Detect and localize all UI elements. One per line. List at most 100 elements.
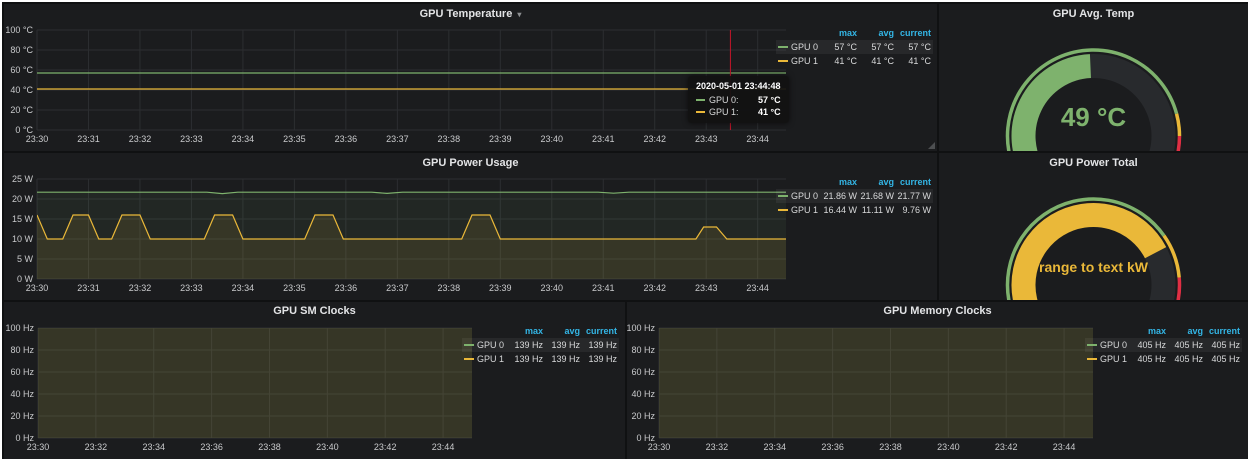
svg-text:23:40: 23:40	[316, 442, 339, 452]
temperature-legend: maxavgcurrentGPU 057 °C57 °C57 °CGPU 141…	[776, 26, 933, 68]
svg-text:23:44: 23:44	[1053, 442, 1076, 452]
svg-text:5 W: 5 W	[17, 254, 34, 264]
svg-text:23:31: 23:31	[77, 134, 100, 144]
series-color-dash-icon	[464, 344, 477, 346]
legend-value: 9.76 W	[894, 204, 931, 217]
svg-text:23:33: 23:33	[180, 283, 203, 293]
legend-header-row: maxavgcurrent	[462, 324, 619, 338]
panel-gpu-sm-clocks: GPU SM Clocks 0 Hz20 Hz40 Hz60 Hz80 Hz10…	[4, 302, 625, 459]
browser-page: GPU Temperature▾ 0 °C20 °C40 °C60 °C80 °…	[0, 0, 1250, 462]
svg-text:23:36: 23:36	[335, 283, 358, 293]
svg-text:23:30: 23:30	[27, 442, 50, 452]
svg-text:20 Hz: 20 Hz	[631, 411, 655, 421]
svg-text:60 °C: 60 °C	[10, 65, 33, 75]
legend-header-current[interactable]: current	[580, 325, 617, 338]
legend-value: 21.68 W	[857, 190, 894, 203]
panel-title-gpu-memory-clocks[interactable]: GPU Memory Clocks	[627, 302, 1248, 320]
series-color-dash-icon	[778, 46, 791, 48]
legend-header-max[interactable]: max	[820, 176, 857, 189]
legend-header-row: maxavgcurrent	[776, 175, 933, 189]
svg-text:23:43: 23:43	[695, 283, 718, 293]
panel-title-text: GPU Temperature	[420, 8, 513, 20]
svg-text:23:36: 23:36	[821, 442, 844, 452]
panel-gpu-power-usage: GPU Power Usage 0 W5 W10 W15 W20 W25 W23…	[4, 153, 937, 300]
gauge-value: 49 °C	[939, 102, 1248, 133]
legend-header-current[interactable]: current	[1203, 325, 1240, 338]
panel-title-text: GPU Power Total	[1049, 157, 1137, 169]
chart-tooltip: 2020-05-01 23:44:48 GPU 0:57 °CGPU 1:41 …	[688, 76, 789, 123]
svg-text:23:34: 23:34	[232, 134, 255, 144]
legend-series-label[interactable]: GPU 0	[1100, 339, 1129, 352]
panel-title-gpu-temperature[interactable]: GPU Temperature ▾	[4, 4, 937, 24]
panel-title-text: GPU SM Clocks	[273, 305, 356, 317]
svg-text:23:35: 23:35	[283, 283, 306, 293]
svg-text:23:30: 23:30	[26, 134, 49, 144]
series-color-dash-icon	[696, 99, 705, 101]
svg-text:23:31: 23:31	[77, 283, 100, 293]
legend-value: 21.86 W	[820, 190, 857, 203]
legend-header-row: maxavgcurrent	[1085, 324, 1242, 338]
legend-row: GPU 1139 Hz139 Hz139 Hz	[462, 352, 619, 366]
legend-row: GPU 021.86 W21.68 W21.77 W	[776, 189, 933, 203]
legend-value: 16.44 W	[820, 204, 857, 217]
svg-text:23:34: 23:34	[763, 442, 786, 452]
legend-value: 21.77 W	[894, 190, 931, 203]
svg-text:40 Hz: 40 Hz	[631, 389, 655, 399]
panel-title-text: GPU Avg. Temp	[1053, 8, 1135, 20]
legend-value: 139 Hz	[506, 353, 543, 366]
svg-text:23:40: 23:40	[937, 442, 960, 452]
svg-text:23:41: 23:41	[592, 134, 615, 144]
panel-title-gpu-avg-temp[interactable]: GPU Avg. Temp	[939, 4, 1248, 24]
panel-title-gpu-sm-clocks[interactable]: GPU SM Clocks	[4, 302, 625, 320]
legend-series-label[interactable]: GPU 0	[791, 190, 820, 203]
legend-series-label[interactable]: GPU 0	[791, 41, 820, 54]
legend-header-avg[interactable]: avg	[543, 325, 580, 338]
svg-text:23:40: 23:40	[541, 283, 564, 293]
svg-text:23:41: 23:41	[592, 283, 615, 293]
legend-series-label[interactable]: GPU 1	[1100, 353, 1129, 366]
power-total-gauge	[939, 173, 1248, 300]
legend-header-max[interactable]: max	[1129, 325, 1166, 338]
legend-header-avg[interactable]: avg	[857, 27, 894, 40]
svg-text:23:42: 23:42	[643, 283, 666, 293]
svg-text:23:32: 23:32	[129, 134, 152, 144]
legend-value: 405 Hz	[1129, 339, 1166, 352]
legend-series-label[interactable]: GPU 1	[791, 55, 820, 68]
legend-header-max[interactable]: max	[506, 325, 543, 338]
series-color-dash-icon	[1087, 358, 1100, 360]
svg-text:25 W: 25 W	[12, 174, 34, 184]
panel-resize-handle[interactable]	[928, 142, 935, 149]
svg-text:20 °C: 20 °C	[10, 105, 33, 115]
svg-text:23:38: 23:38	[879, 442, 902, 452]
svg-text:80 °C: 80 °C	[10, 45, 33, 55]
legend-value: 405 Hz	[1166, 339, 1203, 352]
legend-header-max[interactable]: max	[820, 27, 857, 40]
svg-text:23:38: 23:38	[258, 442, 281, 452]
legend-header-current[interactable]: current	[894, 176, 931, 189]
legend-header-current[interactable]: current	[894, 27, 931, 40]
legend-series-label[interactable]: GPU 1	[477, 353, 506, 366]
panel-title-gpu-power-total[interactable]: GPU Power Total	[939, 153, 1248, 173]
svg-text:100 Hz: 100 Hz	[627, 323, 655, 333]
memory-clocks-legend: maxavgcurrentGPU 0405 Hz405 Hz405 HzGPU …	[1085, 324, 1242, 366]
tooltip-series-value: 41 °C	[750, 106, 781, 118]
tooltip-row: GPU 1:41 °C	[696, 106, 781, 118]
panel-title-gpu-power-usage[interactable]: GPU Power Usage	[4, 153, 937, 173]
svg-text:23:44: 23:44	[432, 442, 455, 452]
panel-gpu-avg-temp: GPU Avg. Temp 49 °C	[939, 4, 1248, 151]
chevron-down-icon: ▾	[517, 10, 521, 19]
legend-value: 41 °C	[857, 55, 894, 68]
svg-text:20 W: 20 W	[12, 194, 34, 204]
legend-header-avg[interactable]: avg	[1166, 325, 1203, 338]
legend-header-avg[interactable]: avg	[857, 176, 894, 189]
svg-text:100 Hz: 100 Hz	[5, 323, 34, 333]
svg-text:23:36: 23:36	[335, 134, 358, 144]
svg-text:23:37: 23:37	[386, 134, 409, 144]
svg-text:23:30: 23:30	[648, 442, 671, 452]
legend-value: 139 Hz	[543, 353, 580, 366]
svg-text:23:38: 23:38	[438, 283, 461, 293]
legend-series-label[interactable]: GPU 1	[791, 204, 820, 217]
svg-text:23:35: 23:35	[283, 134, 306, 144]
legend-value: 139 Hz	[580, 339, 617, 352]
legend-series-label[interactable]: GPU 0	[477, 339, 506, 352]
